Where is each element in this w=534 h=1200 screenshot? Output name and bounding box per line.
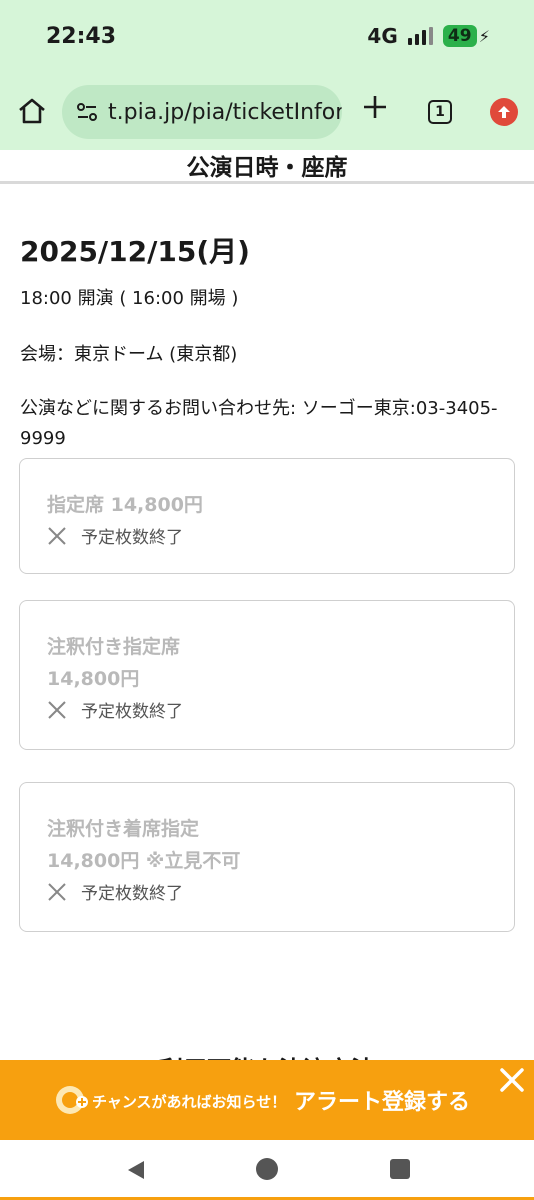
section-title: 公演日時・座席 — [186, 155, 348, 181]
soldout-status: 予定枚数終了 — [47, 697, 514, 722]
back-icon[interactable] — [124, 1158, 148, 1182]
close-icon — [48, 526, 66, 545]
status-bar: 22:43 4G 49 ⚡ — [0, 0, 534, 78]
seat-name: 指定席 14,800円 — [47, 494, 203, 516]
network-type: 4G — [367, 24, 398, 48]
signal-icon — [407, 27, 433, 45]
performance-venue: 会場：東京ドーム (東京都) — [20, 344, 238, 365]
status-time: 22:43 — [46, 24, 117, 49]
url-text: t.pia.jp/pia/ticketInfor — [108, 99, 342, 125]
close-icon — [48, 882, 66, 901]
performance-date: 2025/12/15(月) — [20, 235, 250, 268]
recent-apps-icon[interactable] — [390, 1159, 410, 1179]
soldout-status: 予定枚数終了 — [47, 879, 514, 904]
seat-card-3: 注釈付き着席指定 14,800円 ※立見不可 予定枚数終了 — [19, 782, 515, 932]
site-settings-icon[interactable] — [76, 101, 98, 123]
seat-price: 14,800円 — [47, 668, 140, 690]
close-icon[interactable] — [498, 1066, 526, 1094]
performance-info: 2025/12/15(月) 18:00 開演 ( 16:00 開場 ) 会場：東… — [20, 230, 514, 454]
seat-name: 注釈付き着席指定 — [47, 818, 200, 840]
update-icon[interactable] — [490, 98, 518, 126]
new-tab-icon[interactable] — [360, 92, 390, 122]
battery-level: 49 — [442, 25, 477, 47]
alert-banner[interactable]: チャンスがあればお知らせ！ アラート登録する — [0, 1060, 534, 1140]
soldout-status: 予定枚数終了 — [47, 523, 514, 548]
browser-toolbar: t.pia.jp/pia/ticketInfor 1 — [0, 78, 534, 150]
performance-time: 18:00 開演 ( 16:00 開場 ) — [20, 288, 239, 309]
home-nav-icon[interactable] — [256, 1158, 278, 1180]
system-nav-bar — [0, 1140, 534, 1200]
close-icon — [48, 700, 66, 719]
home-icon[interactable] — [16, 95, 48, 127]
seat-price: 14,800円 ※立見不可 — [47, 850, 241, 872]
charging-icon: ⚡ — [478, 26, 490, 46]
bell-plus-icon — [56, 1086, 88, 1114]
tab-switcher-button[interactable]: 1 — [428, 100, 452, 124]
status-indicators: 4G 49 ⚡ — [367, 24, 490, 48]
seat-card-1: 指定席 14,800円 予定枚数終了 — [19, 458, 515, 574]
soldout-text: 予定枚数終了 — [81, 702, 183, 722]
address-bar[interactable]: t.pia.jp/pia/ticketInfor — [62, 85, 342, 139]
seat-name: 注釈付き指定席 — [47, 636, 181, 658]
soldout-text: 予定枚数終了 — [81, 528, 183, 548]
battery-icon: 49 ⚡ — [442, 25, 490, 47]
alert-register-link[interactable]: アラート登録する — [294, 1084, 470, 1116]
alert-subtext: チャンスがあればお知らせ！ — [92, 1093, 287, 1111]
soldout-text: 予定枚数終了 — [81, 884, 183, 904]
section-header: 公演日時・座席 — [0, 150, 534, 184]
seat-card-2: 注釈付き指定席 14,800円 予定枚数終了 — [19, 600, 515, 750]
performance-contact: 公演などに関するお問い合わせ先: ソーゴー東京:03-3405-9999 — [20, 398, 498, 449]
